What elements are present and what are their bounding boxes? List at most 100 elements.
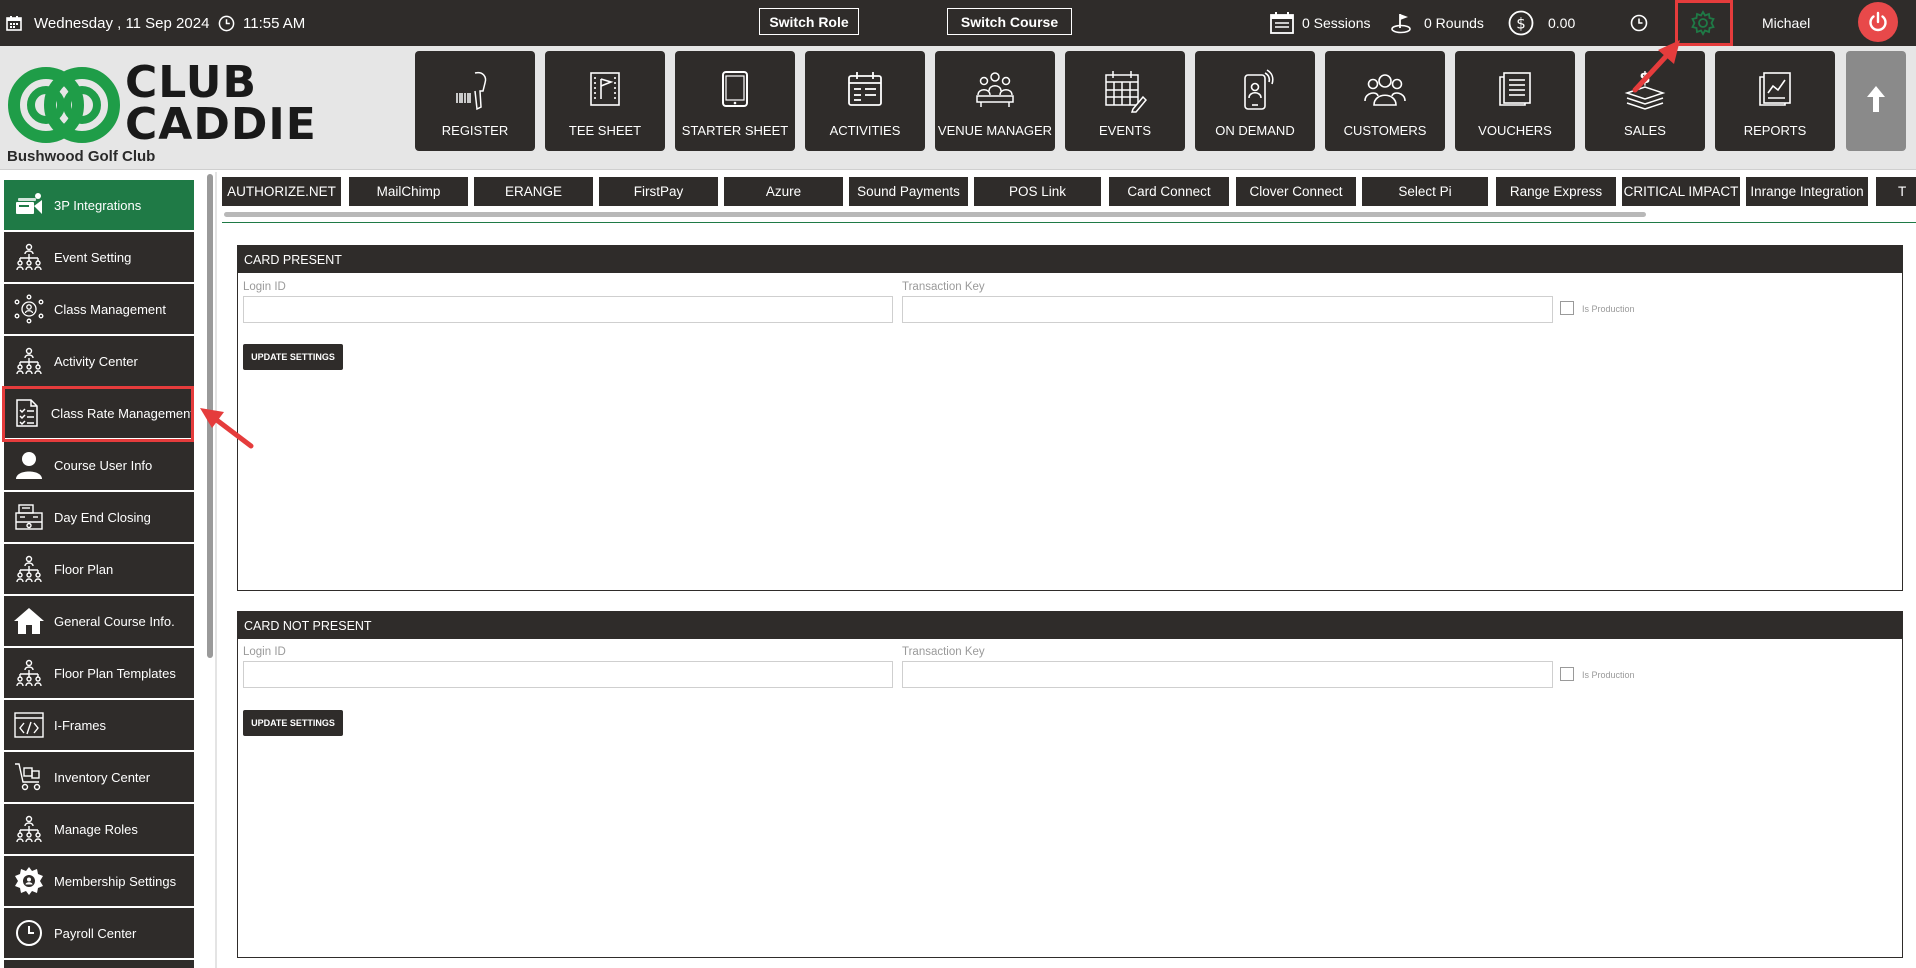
- barcode-scanner-icon: [415, 69, 535, 113]
- tabs-scrollbar[interactable]: [224, 212, 1646, 217]
- card-present-panel: CARD PRESENT Login ID Transaction Key Is…: [237, 245, 1903, 591]
- nav-activities[interactable]: ACTIVITIES: [805, 51, 925, 151]
- sessions-display[interactable]: 0 Sessions: [1270, 0, 1370, 46]
- sidebar-item-floor-plan[interactable]: Floor Plan: [4, 544, 194, 594]
- sidebar-item-manage-roles[interactable]: Manage Roles: [4, 804, 194, 854]
- golf-flag-icon: [1390, 12, 1416, 34]
- sidebar-item-floor-plan-templates[interactable]: Floor Plan Templates: [4, 648, 194, 698]
- sidebar-item-label: General Course Info.: [54, 613, 175, 629]
- nav-tee-sheet[interactable]: TEE SHEET: [545, 51, 665, 151]
- arrow-up-icon: [1865, 84, 1887, 119]
- nav-register[interactable]: REGISTER: [415, 51, 535, 151]
- sidebar-item-activity-center[interactable]: Activity Center: [4, 336, 194, 386]
- nav-reports[interactable]: REPORTS: [1715, 51, 1835, 151]
- sidebar-item-general-course-info[interactable]: General Course Info.: [4, 596, 194, 646]
- sidebar-item-day-end-closing[interactable]: Day End Closing: [4, 492, 194, 542]
- login-id-label: Login ID: [243, 281, 286, 293]
- sidebar-item-class-management[interactable]: Class Management: [4, 284, 194, 334]
- sidebar-item-label: Floor Plan Templates: [54, 665, 176, 681]
- transaction-key-input[interactable]: [902, 661, 1553, 688]
- is-production-checkbox[interactable]: [1560, 667, 1574, 681]
- sidebar-item-label: Inventory Center: [54, 769, 151, 785]
- rounds-display[interactable]: 0 Rounds: [1390, 0, 1484, 46]
- sidebar-item-i-frames[interactable]: I-Frames: [4, 700, 194, 750]
- nav-vouchers[interactable]: VOUCHERS: [1455, 51, 1575, 151]
- user-icon: [4, 451, 54, 479]
- tab-pos-link[interactable]: POS Link: [974, 177, 1101, 206]
- org-chart-icon: [4, 815, 54, 843]
- date-text: Wednesday , 11 Sep 2024: [34, 14, 210, 32]
- settings-arrow-icon: [1632, 40, 1680, 93]
- nav-vouchers-label: VOUCHERS: [1478, 123, 1552, 138]
- tab-sound-payments[interactable]: Sound Payments: [849, 177, 968, 206]
- power-icon: [1866, 10, 1890, 34]
- logo-wordmark: CLUB CADDIE: [125, 57, 317, 147]
- date-display: Wednesday , 11 Sep 2024: [6, 0, 209, 46]
- sidebar-item-payroll-center[interactable]: Payroll Center: [4, 908, 194, 958]
- dollar-icon: $: [1508, 10, 1534, 36]
- sidebar-item-inventory-center[interactable]: Inventory Center: [4, 752, 194, 802]
- tab-critical-impact[interactable]: CRITICAL IMPACT: [1622, 177, 1740, 206]
- sidebar-item-label: Event Setting: [54, 249, 132, 265]
- logo-mark-icon: [8, 67, 120, 143]
- login-id-input[interactable]: [243, 296, 893, 323]
- sidebar-item-label: Activity Center: [54, 353, 138, 369]
- app-root: Wednesday , 11 Sep 2024 11:55 AM Switch …: [0, 0, 1916, 968]
- sidebar-item-label: Floor Plan: [54, 561, 114, 577]
- tab-inrange-integration[interactable]: Inrange Integration: [1746, 177, 1868, 206]
- card-not-present-title: CARD NOT PRESENT: [238, 612, 1902, 639]
- nav-customers[interactable]: CUSTOMERS: [1325, 51, 1445, 151]
- tab-mailchimp[interactable]: MailChimp: [349, 177, 468, 206]
- sidebar-item-label: Class Management: [54, 301, 166, 317]
- nav-activities-label: ACTIVITIES: [829, 123, 901, 138]
- flag-document-icon: [545, 69, 665, 109]
- transaction-key-label: Transaction Key: [902, 646, 985, 658]
- tab-firstpay[interactable]: FirstPay: [599, 177, 718, 206]
- events-calendar-pencil-icon: [1065, 69, 1185, 113]
- tab-card-connect[interactable]: Card Connect: [1109, 177, 1229, 206]
- clock-icon: [218, 15, 235, 32]
- nav-events[interactable]: EVENTS: [1065, 51, 1185, 151]
- transaction-key-input[interactable]: [902, 296, 1553, 323]
- is-production-label: Is Production: [1582, 304, 1635, 314]
- nav-events-label: EVENTS: [1098, 123, 1151, 138]
- club-name: Bushwood Golf Club: [7, 148, 156, 165]
- nav-on-demand[interactable]: ON DEMAND: [1195, 51, 1315, 151]
- nav-reports-label: REPORTS: [1743, 123, 1807, 138]
- clock-icon: [4, 919, 54, 947]
- sidebar-item-membership-settings[interactable]: Membership Settings: [4, 856, 194, 906]
- org-chart-icon: [4, 243, 54, 271]
- login-id-label: Login ID: [243, 646, 286, 658]
- tab-partial[interactable]: T: [1876, 177, 1916, 206]
- sidebar-item-label: Course User Info: [54, 457, 153, 473]
- tab-clover-connect[interactable]: Clover Connect: [1236, 177, 1356, 206]
- switch-role-button[interactable]: Switch Role: [759, 8, 859, 35]
- update-settings-button[interactable]: UPDATE SETTINGS: [243, 710, 343, 736]
- logo-line-1: CLUB: [125, 57, 258, 108]
- balance-text: 0.00: [1548, 15, 1576, 31]
- is-production-checkbox[interactable]: [1560, 301, 1574, 315]
- phone-user-icon: [1195, 69, 1315, 113]
- switch-course-button[interactable]: Switch Course: [947, 8, 1072, 35]
- scroll-top-button[interactable]: [1846, 51, 1906, 151]
- update-settings-button[interactable]: UPDATE SETTINGS: [243, 344, 343, 370]
- sidebar-item-event-setting[interactable]: Event Setting: [4, 232, 194, 282]
- sidebar-item-3p-integrations[interactable]: 3P Integrations: [4, 180, 194, 230]
- tab-select-pi[interactable]: Select Pi: [1362, 177, 1488, 206]
- tab-erange[interactable]: ERANGE: [474, 177, 593, 206]
- logout-button[interactable]: [1858, 2, 1898, 42]
- nav-starter-sheet[interactable]: STARTER SHEET: [675, 51, 795, 151]
- vouchers-document-icon: [1455, 69, 1575, 109]
- tab-authorize-net[interactable]: AUTHORIZE.NET: [222, 177, 341, 206]
- sidebar-item-course-user-info[interactable]: Course User Info: [4, 440, 194, 490]
- sessions-calendar-icon: [1270, 12, 1294, 34]
- nav-venue-manager[interactable]: VENUE MANAGER: [935, 51, 1055, 151]
- login-id-input[interactable]: [243, 661, 893, 688]
- user-name[interactable]: Michael: [1762, 0, 1810, 46]
- balance-display[interactable]: $ 0.00: [1508, 0, 1575, 46]
- cash-register-icon: [4, 503, 54, 531]
- tab-range-express[interactable]: Range Express: [1496, 177, 1616, 206]
- tab-azure[interactable]: Azure: [724, 177, 843, 206]
- sidebar-item-label: Membership Settings: [54, 873, 177, 889]
- tabs-divider: [222, 222, 1916, 223]
